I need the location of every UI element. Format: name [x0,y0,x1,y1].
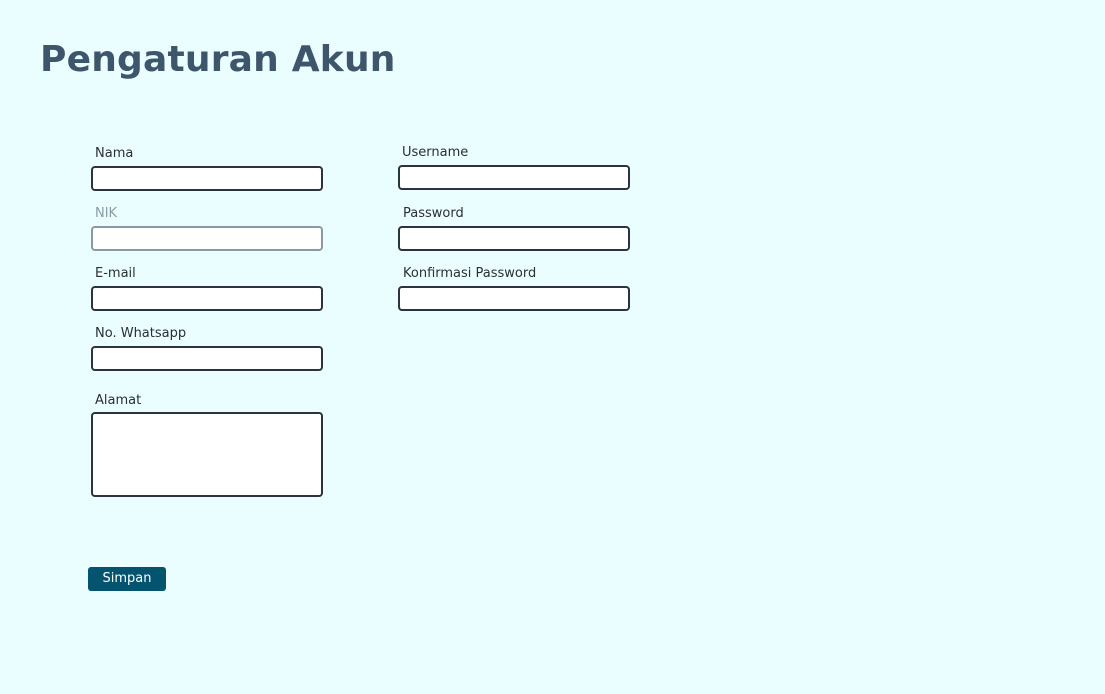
username-label: Username [402,145,469,160]
whatsapp-input[interactable] [91,346,323,371]
nama-input[interactable] [91,166,323,191]
nik-input [91,226,323,251]
password-input[interactable] [398,226,630,251]
nik-label: NIK [95,206,118,221]
page-title: Pengaturan Akun [40,39,396,80]
password-label: Password [403,206,464,221]
confirm-password-input[interactable] [398,286,630,311]
alamat-label: Alamat [95,393,142,408]
nama-label: Nama [95,146,134,161]
confirm-password-label: Konfirmasi Password [403,266,537,281]
email-label: E-mail [95,266,136,281]
email-input[interactable] [91,286,323,311]
alamat-textarea[interactable] [91,412,323,497]
save-button[interactable]: Simpan [88,567,166,591]
username-input[interactable] [398,165,630,190]
whatsapp-label: No. Whatsapp [95,326,187,341]
